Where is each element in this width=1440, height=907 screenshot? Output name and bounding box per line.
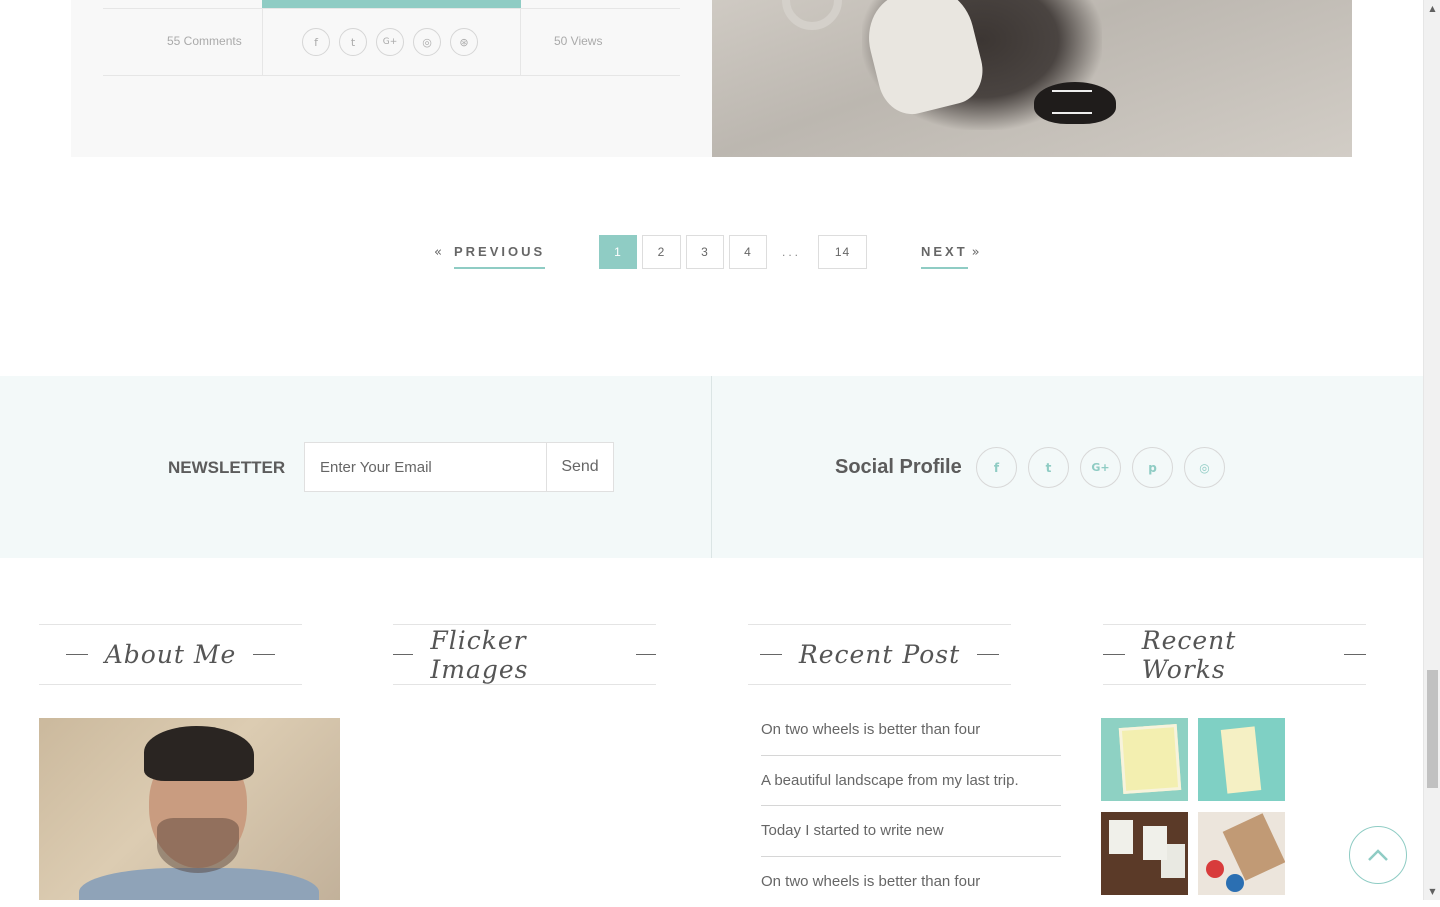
- newsletter-social-band: NEWSLETTER Send Social Profile f t G+ p …: [0, 376, 1423, 558]
- recent-work-thumbnail[interactable]: [1101, 812, 1188, 895]
- recent-post-heading: Recent Post: [748, 624, 1011, 685]
- pagination: « PREVIOUS 1 2 3 4 ... 14 NEXT »: [0, 235, 1423, 275]
- newsletter-send-button[interactable]: Send: [547, 443, 613, 491]
- pinterest-icon[interactable]: p: [1132, 447, 1173, 488]
- title-dash: [393, 654, 413, 655]
- title-dash: [977, 654, 999, 655]
- double-chevron-right-icon: »: [972, 245, 980, 260]
- post-image-bag: [782, 0, 842, 30]
- share-icons: f t G+ ◎ ⊛: [302, 28, 478, 56]
- google-plus-icon[interactable]: G+: [376, 28, 404, 56]
- meta-divider: [520, 9, 521, 75]
- recent-works-title: Recent Works: [1142, 626, 1327, 684]
- instagram-icon[interactable]: ◎: [413, 28, 441, 56]
- previous-page-link[interactable]: « PREVIOUS: [434, 244, 545, 269]
- title-dash: [1344, 654, 1366, 655]
- page-4-button[interactable]: 4: [729, 235, 767, 269]
- page-1-button[interactable]: 1: [599, 235, 637, 269]
- back-to-top-button[interactable]: [1349, 826, 1407, 884]
- photo-hair: [144, 726, 254, 781]
- page-ellipsis: ...: [782, 245, 801, 259]
- about-me-title: About Me: [105, 640, 237, 669]
- read-more-accent-bar[interactable]: [262, 0, 521, 8]
- title-dash: [760, 654, 782, 655]
- instagram-icon[interactable]: ◎: [1184, 447, 1225, 488]
- twitter-icon[interactable]: t: [339, 28, 367, 56]
- post-card: 55 Comments f t G+ ◎ ⊛ 50 Views: [71, 0, 1352, 157]
- recent-work-thumbnail[interactable]: [1198, 718, 1285, 801]
- recent-work-thumbnail[interactable]: [1101, 718, 1188, 801]
- newsletter-label: NEWSLETTER: [168, 458, 285, 478]
- post-meta-bar: 55 Comments f t G+ ◎ ⊛ 50 Views: [103, 8, 680, 76]
- social-profile-icons: f t G+ p ◎: [976, 447, 1225, 488]
- next-label: NEXT: [921, 244, 968, 269]
- recent-post-link[interactable]: Today I started to write new: [761, 806, 1061, 857]
- facebook-icon[interactable]: f: [976, 447, 1017, 488]
- scrollbar-thumb[interactable]: [1427, 670, 1438, 788]
- recent-post-link[interactable]: A beautiful landscape from my last trip.: [761, 756, 1061, 807]
- recent-post-title: Recent Post: [799, 640, 960, 669]
- meta-divider: [262, 9, 263, 75]
- double-chevron-left-icon: «: [434, 245, 442, 260]
- scroll-up-arrow-icon[interactable]: ▲: [1424, 0, 1440, 17]
- flicker-images-heading: Flicker Images: [393, 624, 656, 685]
- page-scrollbar[interactable]: ▲ ▼: [1423, 0, 1440, 900]
- newsletter-form: Send: [304, 442, 614, 492]
- social-profile-label: Social Profile: [835, 456, 962, 479]
- photo-beard: [157, 818, 239, 873]
- google-plus-icon[interactable]: G+: [1080, 447, 1121, 488]
- recent-post-link[interactable]: On two wheels is better than four: [761, 705, 1061, 756]
- recent-posts-list: On two wheels is better than four A beau…: [761, 705, 1061, 907]
- band-divider: [711, 376, 712, 558]
- previous-label: PREVIOUS: [454, 244, 545, 269]
- facebook-icon[interactable]: f: [302, 28, 330, 56]
- newsletter-email-input[interactable]: [305, 443, 547, 491]
- title-dash: [1103, 654, 1125, 655]
- recent-work-thumbnail[interactable]: [1198, 812, 1285, 895]
- scroll-down-arrow-icon[interactable]: ▼: [1424, 883, 1440, 900]
- page-last-button[interactable]: 14: [818, 235, 867, 269]
- views-count: 50 Views: [554, 34, 602, 48]
- twitter-icon[interactable]: t: [1028, 447, 1069, 488]
- next-page-link[interactable]: NEXT »: [921, 244, 980, 269]
- recent-post-link[interactable]: On two wheels is better than four: [761, 857, 1061, 907]
- recent-works-heading: Recent Works: [1103, 624, 1366, 685]
- post-image[interactable]: [712, 0, 1352, 157]
- chevron-up-icon: [1367, 848, 1389, 862]
- comments-count[interactable]: 55 Comments: [167, 34, 242, 48]
- post-image-shoe: [1034, 82, 1116, 124]
- dribbble-icon[interactable]: ⊛: [450, 28, 478, 56]
- page-3-button[interactable]: 3: [686, 235, 724, 269]
- about-me-heading: About Me: [39, 624, 302, 685]
- about-me-photo: [39, 718, 340, 900]
- title-dash: [636, 654, 656, 655]
- flicker-images-title: Flicker Images: [430, 626, 618, 684]
- page-2-button[interactable]: 2: [642, 235, 681, 269]
- title-dash: [253, 654, 275, 655]
- title-dash: [66, 654, 88, 655]
